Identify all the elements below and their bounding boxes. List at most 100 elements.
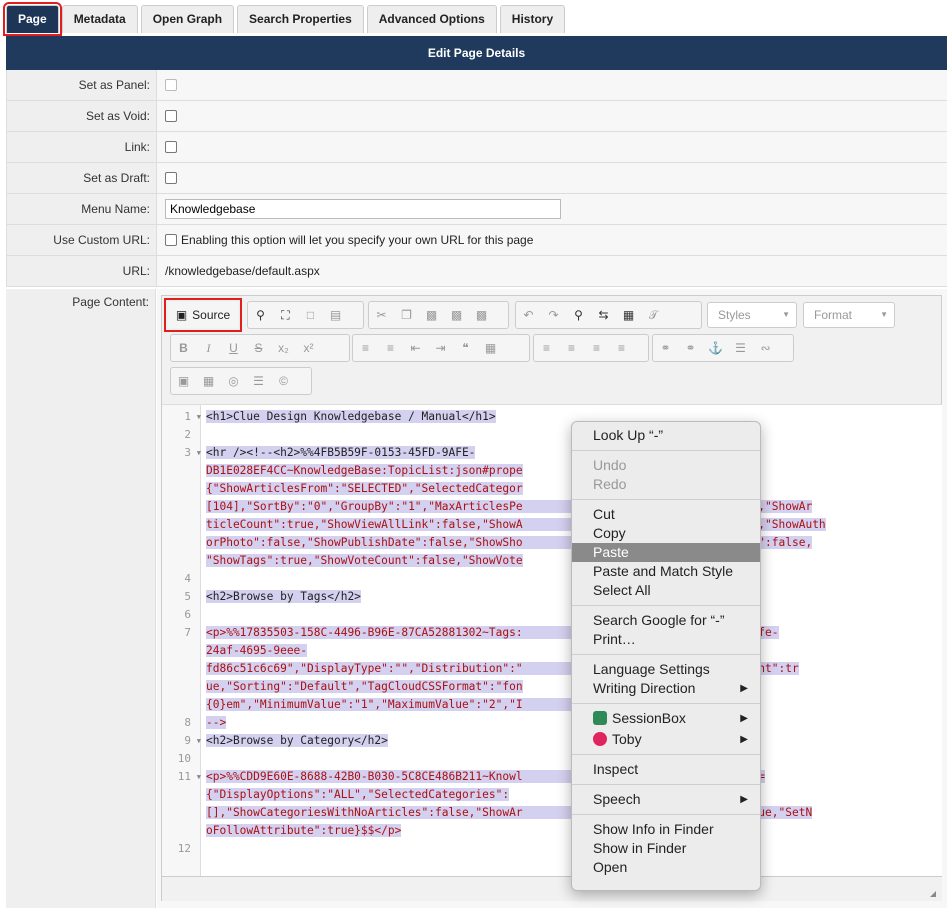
image-icon[interactable]: ▣ [171,369,196,393]
new-page-icon[interactable]: □ [298,303,323,327]
code-line: <p>%%17835503-158C-4496-B96E-87CA5288130… [206,626,779,639]
menu-item-show-info-in-finder[interactable]: Show Info in Finder [572,820,760,839]
tab-page[interactable]: Page [3,2,62,36]
cut-icon[interactable]: ✂ [369,303,394,327]
toolbar-group-source: ▣ Source [164,298,244,332]
table-icon[interactable]: ▦ [196,369,221,393]
find-icon[interactable]: ⚲ [566,303,591,327]
paste-icon[interactable]: ▩ [419,303,444,327]
url-value: /knowledgebase/default.aspx [165,264,320,278]
horizontal-rule-icon[interactable]: ☰ [246,369,271,393]
set-as-draft-checkbox[interactable] [165,172,177,184]
code-line: oFollowAttribute":true}$$</p> [206,824,402,837]
section-header: Edit Page Details [6,36,947,70]
tab-history[interactable]: History [499,5,566,33]
menu-item-toby[interactable]: Toby ▶ [572,730,760,749]
line-number: 3 ▼ [184,446,201,459]
tab-search-properties[interactable]: Search Properties [237,5,364,33]
bold-icon[interactable]: B [171,336,196,360]
tab-advanced-options[interactable]: Advanced Options [366,5,497,33]
justify-icon[interactable]: ≡ [609,336,634,360]
format-dropdown[interactable]: Format ▼ [803,302,895,328]
globe-icon[interactable]: ◎ [221,369,246,393]
styles-dropdown[interactable]: Styles ▼ [707,302,797,328]
code-line: ticleCount":true,"ShowViewAllLink":false… [206,518,826,531]
strike-icon[interactable]: S [246,336,271,360]
menu-item-look-up[interactable]: Look Up “-” [572,426,760,445]
undo-icon[interactable]: ↶ [516,303,541,327]
menu-item-cut[interactable]: Cut [572,505,760,524]
code-line: {"ShowArticlesFrom":"SELECTED","Selected… [206,482,523,495]
line-number: 9 ▼ [184,734,201,747]
maximize-icon[interactable]: ⛶ [273,303,298,327]
set-as-panel-checkbox[interactable] [165,79,177,91]
paste-word-icon[interactable]: ▩ [469,303,494,327]
redo-icon[interactable]: ↷ [541,303,566,327]
menu-item-show-in-finder[interactable]: Show in Finder [572,839,760,858]
replace-icon[interactable]: ⇆ [591,303,616,327]
line-number: 1 ▼ [184,410,201,423]
subscript-icon[interactable]: x₂ [271,336,296,360]
menu-item-inspect[interactable]: Inspect [572,760,760,779]
layers-icon[interactable]: ☰ [728,336,753,360]
copy-icon[interactable]: ❐ [394,303,419,327]
set-as-void-checkbox[interactable] [165,110,177,122]
select-all-icon[interactable]: ▦ [616,303,641,327]
remove-format-icon[interactable]: 𝒯 [641,303,666,327]
templates-icon[interactable]: ▤ [323,303,348,327]
menu-item-select-all[interactable]: Select All [572,581,760,600]
menu-name-input[interactable] [165,199,561,219]
menu-item-sessionbox[interactable]: SessionBox ▶ [572,709,760,728]
form-row-draft: Set as Draft: [7,163,947,194]
rss-icon[interactable]: ∾ [753,336,778,360]
link-checkbox[interactable] [165,141,177,153]
align-right-icon[interactable]: ≡ [584,336,609,360]
italic-icon[interactable]: I [196,336,221,360]
page-form: Set as Panel: Set as Void: Link: Set as … [6,70,947,287]
link-icon[interactable]: ⚭ [653,336,678,360]
tab-metadata[interactable]: Metadata [61,5,138,33]
use-custom-url-help: Enabling this option will let you specif… [181,233,534,247]
menu-item-writing-direction[interactable]: Writing Direction ▶ [572,679,760,698]
menu-item-speech[interactable]: Speech ▶ [572,790,760,809]
code-line: fd86c51c6c69","DisplayType":"","Distribu… [206,662,799,675]
menu-item-open[interactable]: Open [572,858,760,877]
resize-handle-icon[interactable] [930,891,936,897]
paste-text-icon[interactable]: ▩ [444,303,469,327]
preview-icon[interactable]: ⚲ [248,303,273,327]
outdent-icon[interactable]: ⇤ [403,336,428,360]
tab-open-graph[interactable]: Open Graph [140,5,235,33]
align-left-icon[interactable]: ≡ [534,336,559,360]
editor-status-bar [162,876,942,901]
menu-item-copy[interactable]: Copy [572,524,760,543]
anchor-icon[interactable]: ⚓ [703,336,728,360]
form-row-url: URL: /knowledgebase/default.aspx [7,256,947,287]
div-icon[interactable]: ▦ [478,336,503,360]
numbered-list-icon[interactable]: ≡ [353,336,378,360]
menu-item-print[interactable]: Print… [572,630,760,649]
code-line: [104],"SortBy":"0","GroupBy":"1","MaxArt… [206,500,813,513]
bulleted-list-icon[interactable]: ≡ [378,336,403,360]
underline-icon[interactable]: U [221,336,246,360]
source-button[interactable]: ▣ Source [164,298,242,332]
menu-item-paste[interactable]: Paste [572,543,760,562]
menu-item-language-settings[interactable]: Language Settings [572,660,760,679]
source-icon: ▣ [175,308,188,322]
use-custom-url-checkbox[interactable] [165,234,177,246]
blockquote-icon[interactable]: ❝ [453,336,478,360]
superscript-icon[interactable]: x² [296,336,321,360]
menu-item-paste-match-style[interactable]: Paste and Match Style [572,562,760,581]
menu-item-search-google[interactable]: Search Google for “-” [572,611,760,630]
form-row-void: Set as Void: [7,101,947,132]
use-custom-url-label: Use Custom URL: [7,225,157,255]
toolbar-group-basic-styles: B I U S x₂ x² [170,334,350,362]
unlink-icon[interactable]: ⚭ [678,336,703,360]
indent-icon[interactable]: ⇥ [428,336,453,360]
menu-item-undo: Undo [593,457,627,473]
align-center-icon[interactable]: ≡ [559,336,584,360]
copyright-icon[interactable]: © [271,369,296,393]
code-line: <h2>Browse by Category</h2> [206,734,388,747]
code-line: <h2>Browse by Tags</h2> [206,590,361,603]
toolbar-group-clipboard: ✂ ❐ ▩ ▩ ▩ [368,301,509,329]
source-code-area[interactable]: 1 ▼ 2 3 ▼ 4 5 6 7 8 9 ▼ 10 11 ▼ 12 <h1>Clue … [162,404,942,877]
